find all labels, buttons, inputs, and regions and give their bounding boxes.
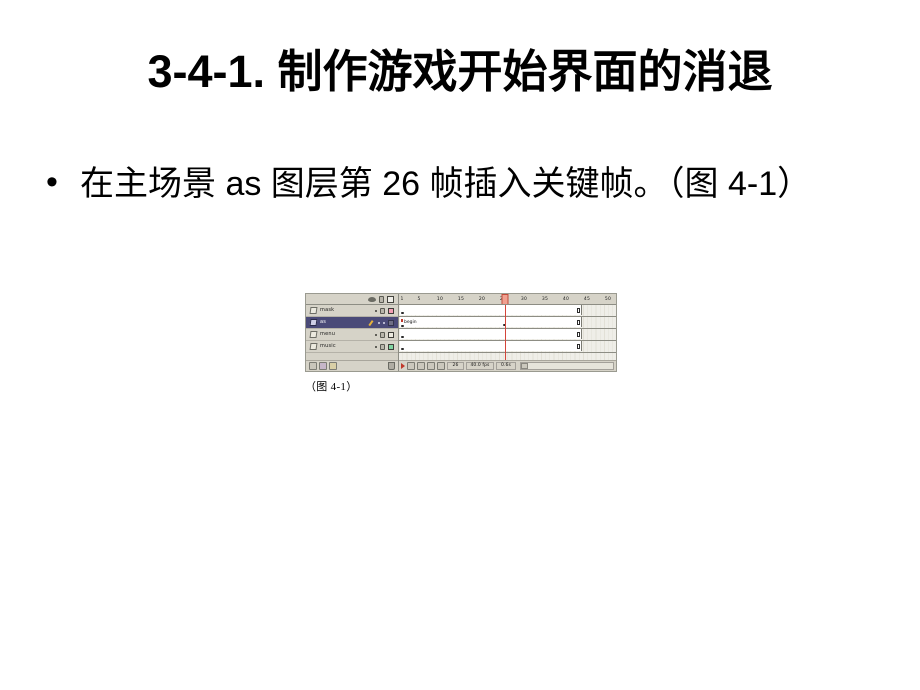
visibility-toggle-icon[interactable] bbox=[375, 333, 377, 336]
figure-caption: （图 4-1） bbox=[305, 381, 358, 393]
layer-controls bbox=[375, 331, 395, 338]
visibility-toggle-icon[interactable] bbox=[378, 321, 380, 324]
outline-color-swatch[interactable] bbox=[388, 343, 394, 350]
insert-layer-icon[interactable] bbox=[309, 362, 317, 370]
play-icon[interactable] bbox=[401, 363, 405, 369]
keyframe-marker[interactable] bbox=[401, 347, 404, 350]
visibility-toggle-icon[interactable] bbox=[375, 309, 377, 312]
lock-icon[interactable] bbox=[379, 295, 384, 303]
ruler-tick: 45 bbox=[583, 297, 591, 302]
outline-color-swatch[interactable] bbox=[388, 307, 394, 314]
outline-color-swatch[interactable] bbox=[388, 331, 394, 338]
frame-row-mask[interactable] bbox=[399, 305, 616, 317]
pencil-icon bbox=[369, 320, 375, 326]
lock-toggle-icon[interactable] bbox=[380, 343, 385, 350]
layer-toolbar bbox=[306, 360, 398, 371]
layer-row-music[interactable]: music bbox=[306, 341, 398, 353]
layer-name: as bbox=[320, 319, 327, 325]
bullet-list: • 在主场景 as 图层第 26 帧插入关键帧。（图 4-1） bbox=[46, 158, 856, 210]
frames-pane: 1 5 10 15 20 25 30 35 40 45 50 bbox=[399, 294, 616, 371]
ruler-tick: 15 bbox=[457, 297, 465, 302]
layer-column-headers bbox=[306, 294, 398, 305]
ruler-tick: 5 bbox=[417, 297, 421, 302]
eye-icon[interactable] bbox=[368, 296, 376, 302]
layer-name: mask bbox=[320, 307, 335, 313]
playhead[interactable] bbox=[505, 305, 506, 360]
scroll-left-icon[interactable] bbox=[521, 363, 528, 369]
lock-toggle-icon[interactable] bbox=[380, 307, 385, 314]
add-motion-guide-icon[interactable] bbox=[319, 362, 327, 370]
frame-span-end[interactable] bbox=[577, 320, 580, 325]
horizontal-scrollbar[interactable] bbox=[520, 362, 614, 370]
layer-page-icon bbox=[309, 319, 318, 326]
lock-toggle-icon[interactable] bbox=[380, 331, 385, 338]
timeline-status-bar: 26 40.0 fps 0.6s bbox=[399, 360, 616, 371]
frame-span-end[interactable] bbox=[577, 344, 580, 349]
flash-timeline-panel[interactable]: mask as menu music 1 5 10 15 20 30 35 40… bbox=[305, 293, 617, 372]
layer-row-as[interactable]: as bbox=[306, 317, 398, 329]
center-frame-icon[interactable] bbox=[407, 362, 415, 370]
layer-row-menu[interactable]: menu bbox=[306, 329, 398, 341]
ruler-tick: 50 bbox=[604, 297, 612, 302]
ruler-tick: 30 bbox=[520, 297, 528, 302]
frame-row-music[interactable] bbox=[399, 341, 616, 353]
bullet-marker-icon: • bbox=[46, 163, 58, 201]
ruler-tick: 1 bbox=[400, 297, 404, 302]
frame-row-menu[interactable] bbox=[399, 329, 616, 341]
list-item: • 在主场景 as 图层第 26 帧插入关键帧。（图 4-1） bbox=[46, 158, 856, 210]
outline-square-icon[interactable] bbox=[387, 295, 394, 303]
layer-page-icon bbox=[309, 307, 318, 314]
current-frame-field[interactable]: 26 bbox=[447, 362, 464, 370]
figure-flash-timeline: mask as menu music 1 5 10 15 20 30 35 40… bbox=[305, 293, 617, 394]
layer-page-icon bbox=[309, 331, 318, 338]
insert-layer-folder-icon[interactable] bbox=[329, 362, 337, 370]
bullet-text: 在主场景 as 图层第 26 帧插入关键帧。（图 4-1） bbox=[80, 165, 812, 203]
onion-skin-icon[interactable] bbox=[417, 362, 425, 370]
keyframe-marker[interactable] bbox=[401, 335, 404, 338]
frame-rows[interactable]: begin bbox=[399, 305, 616, 360]
edit-multiple-frames-icon[interactable] bbox=[437, 362, 445, 370]
page-title: 3-4-1. 制作游戏开始界面的消退 bbox=[147, 46, 773, 97]
elapsed-time-field: 0.6s bbox=[496, 362, 516, 370]
ruler-tick: 20 bbox=[478, 297, 486, 302]
layer-name: menu bbox=[320, 331, 336, 337]
layer-controls bbox=[369, 319, 395, 326]
timeline-body: mask as menu music 1 5 10 15 20 30 35 40… bbox=[306, 294, 616, 371]
visibility-toggle-icon[interactable] bbox=[375, 345, 377, 348]
keyframe-marker[interactable] bbox=[401, 311, 404, 314]
frame-span-end[interactable] bbox=[577, 308, 580, 313]
frame-rate-field[interactable]: 40.0 fps bbox=[466, 362, 494, 370]
layer-name: music bbox=[320, 343, 336, 349]
playhead-handle[interactable] bbox=[501, 294, 509, 304]
layer-pane: mask as menu music bbox=[306, 294, 399, 371]
frame-span-end[interactable] bbox=[577, 332, 580, 337]
ruler-tick: 35 bbox=[541, 297, 549, 302]
ruler-tick: 10 bbox=[436, 297, 444, 302]
onion-skin-outlines-icon[interactable] bbox=[427, 362, 435, 370]
lock-toggle-icon[interactable] bbox=[383, 321, 385, 324]
slide: 3-4-1. 制作游戏开始界面的消退 • 在主场景 as 图层第 26 帧插入关… bbox=[0, 0, 920, 690]
layer-controls bbox=[375, 307, 395, 314]
layer-controls bbox=[375, 343, 395, 350]
frame-label: begin bbox=[404, 320, 417, 325]
frame-row-as[interactable]: begin bbox=[399, 317, 616, 329]
trash-icon[interactable] bbox=[388, 362, 395, 370]
layer-page-icon bbox=[309, 343, 318, 350]
ruler-tick: 40 bbox=[562, 297, 570, 302]
outline-color-swatch[interactable] bbox=[388, 319, 394, 326]
layer-row-mask[interactable]: mask bbox=[306, 305, 398, 317]
frame-label-flag-icon bbox=[401, 318, 403, 322]
timeline-ruler[interactable]: 1 5 10 15 20 25 30 35 40 45 50 bbox=[399, 294, 616, 305]
